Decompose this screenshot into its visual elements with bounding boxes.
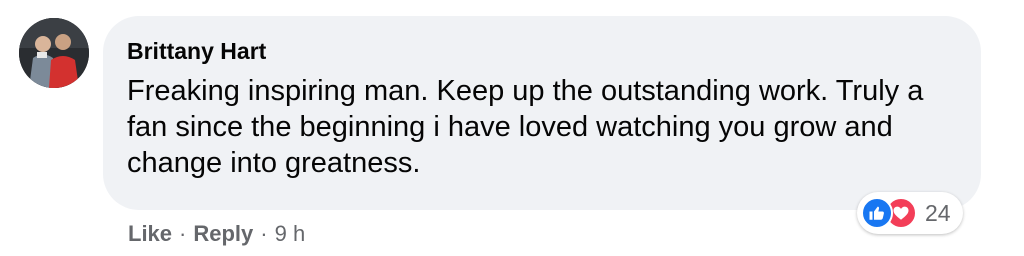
author-name[interactable]: Brittany Hart	[127, 38, 266, 65]
like-reaction-icon	[861, 197, 893, 229]
reaction-summary[interactable]: 24	[857, 192, 963, 234]
reply-button[interactable]: Reply	[193, 221, 253, 247]
comment-text: Freaking inspiring man. Keep up the outs…	[127, 75, 924, 179]
separator-dot: ·	[260, 221, 268, 246]
comment-actions: Like · Reply · 9 h	[128, 221, 305, 247]
avatar-photo	[19, 18, 89, 88]
reaction-count: 24	[925, 199, 951, 226]
like-button[interactable]: Like	[128, 221, 172, 247]
separator-dot: ·	[179, 221, 187, 246]
comment-bubble: Brittany Hart Freaking inspiring man. Ke…	[103, 16, 981, 210]
timestamp[interactable]: 9 h	[275, 221, 306, 247]
avatar[interactable]	[19, 18, 89, 88]
comment: Brittany Hart Freaking inspiring man. Ke…	[0, 0, 1024, 256]
